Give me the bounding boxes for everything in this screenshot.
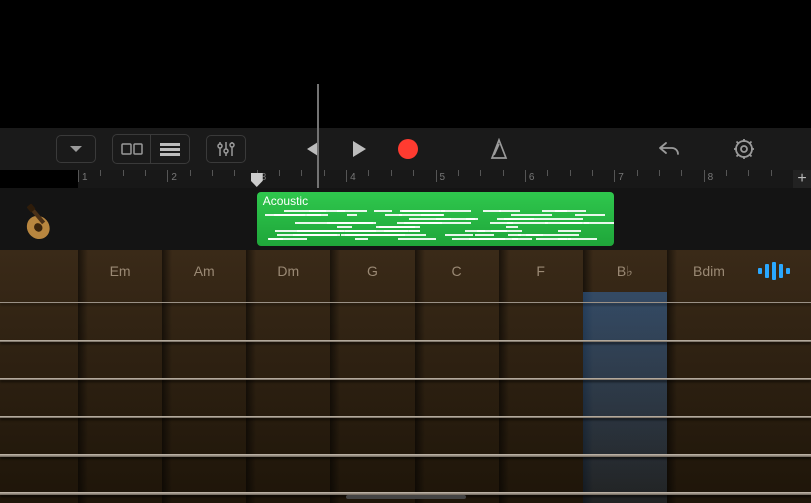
toolbar	[0, 128, 811, 170]
record-icon	[398, 139, 418, 159]
track-area: Acoustic	[0, 188, 811, 250]
chord-label: Am	[194, 263, 215, 279]
chord-label: F	[536, 263, 545, 279]
record-button[interactable]	[398, 139, 418, 159]
view-switcher	[112, 134, 190, 164]
bar-number: 4	[350, 172, 356, 183]
chord-strip: Em Am Dm G C F B♭ Bdim	[0, 250, 811, 292]
instrument-view-button[interactable]	[113, 135, 151, 163]
string-3[interactable]	[0, 378, 811, 380]
play-button[interactable]	[350, 139, 368, 159]
guitar-icon	[11, 191, 67, 247]
chord-label: Bdim	[693, 263, 725, 279]
transport-controls	[302, 138, 510, 160]
bar-number: 1	[82, 172, 88, 183]
autoplay-toggle[interactable]	[751, 250, 811, 292]
chord-button-em[interactable]: Em	[78, 250, 162, 292]
chord-button-g[interactable]: G	[330, 250, 414, 292]
chord-label: C	[452, 263, 462, 279]
timeline-ruler[interactable]: 12345678	[78, 170, 793, 188]
midi-notes-preview	[263, 210, 609, 242]
bar-number: 8	[708, 172, 714, 183]
track-controls-button[interactable]	[206, 135, 246, 163]
string-2[interactable]	[0, 340, 811, 342]
chord-label: B♭	[617, 263, 633, 280]
chord-button-bb[interactable]: B♭	[583, 250, 667, 292]
string-4[interactable]	[0, 416, 811, 418]
midi-region-acoustic[interactable]: Acoustic	[257, 192, 615, 246]
chord-button-dm[interactable]: Dm	[246, 250, 330, 292]
chord-button-c[interactable]: C	[415, 250, 499, 292]
metronome-button[interactable]	[488, 138, 510, 160]
track-header-guitar[interactable]	[0, 188, 78, 250]
settings-button[interactable]	[733, 138, 755, 160]
bar-number: 5	[440, 172, 446, 183]
tracks-view-button[interactable]	[151, 135, 189, 163]
bar-number: 7	[618, 172, 624, 183]
chord-button-am[interactable]: Am	[162, 250, 246, 292]
active-chord-highlight	[583, 292, 667, 503]
region-label: Acoustic	[263, 194, 308, 208]
fretboard: Em Am Dm G C F B♭ Bdim	[0, 250, 811, 503]
chord-label: Em	[110, 263, 131, 279]
bar-number: 2	[171, 172, 177, 183]
bar-number: 6	[529, 172, 535, 183]
chord-strip-spacer	[0, 250, 78, 292]
add-section-button[interactable]: +	[793, 170, 811, 188]
home-indicator	[346, 495, 466, 499]
chord-label: G	[367, 263, 378, 279]
chord-button-f[interactable]: F	[499, 250, 583, 292]
string-1[interactable]	[0, 302, 811, 303]
undo-button[interactable]	[657, 139, 681, 159]
string-5[interactable]	[0, 454, 811, 457]
chord-button-bdim[interactable]: Bdim	[667, 250, 751, 292]
browser-menu-button[interactable]	[56, 135, 96, 163]
callout-guideline	[317, 84, 319, 188]
chord-label: Dm	[277, 263, 299, 279]
